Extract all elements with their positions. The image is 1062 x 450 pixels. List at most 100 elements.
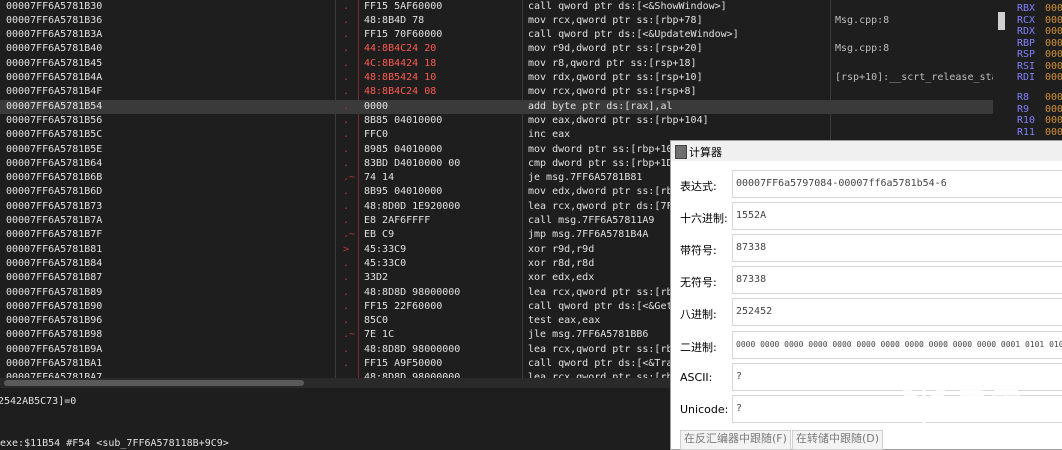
calc-field-label: 无符号: <box>680 276 717 289</box>
instruction-cell: add byte ptr ds:[rax],al <box>528 100 673 112</box>
address-cell: 00007FF6A5781B96 <box>6 315 103 327</box>
bytes-cell: 48:8D0D 1E920000 <box>364 200 461 212</box>
instruction-cell: mov r8,qword ptr ss:[rsp+18] <box>528 57 697 69</box>
instruction-cell: call msg.7FF6A57811A9 <box>528 215 655 226</box>
register-value[interactable]: 000 <box>1045 92 1062 103</box>
jump-marker: . <box>343 200 350 212</box>
disasm-row[interactable]: 00007FF6A5781B54. 0000 add byte ptr ds:[ra… <box>0 99 993 114</box>
snowflake-icon <box>902 377 946 425</box>
disasm-row[interactable]: 00007FF6A5781B45. 4C:8B4424 18 mov r8,qwor… <box>0 57 993 71</box>
bytes-cell: 48:8D8D 98000000 <box>364 372 461 378</box>
comment-cell: Msg.cpp:8 <box>835 43 890 55</box>
jump-marker: . <box>343 343 350 355</box>
status-line: exe:$11B54 #F54 <sub_7FF6A578118B+9C9> <box>0 438 229 449</box>
address-cell: 00007FF6A5781B84 <box>6 257 103 269</box>
jump-marker: . <box>343 29 350 41</box>
bytes-cell: 7E 1C <box>364 329 395 341</box>
calc-field-label: 带符号: <box>680 244 717 257</box>
jump-marker: . <box>343 86 350 98</box>
disasm-row[interactable]: 00007FF6A5781B30. FF15 5AF60000 call qword… <box>0 0 993 14</box>
calc-result-field[interactable]: 87338 <box>732 234 1062 262</box>
calc-result-field[interactable]: 0000 0000 0000 0000 0000 0000 0000 0000 … <box>732 331 1062 359</box>
watermark-text: 看雪 <box>956 385 1025 423</box>
address-cell: 00007FF6A5781B54 <box>6 100 103 112</box>
disasm-row[interactable]: 00007FF6A5781B3A. FF15 70F60000 call qword… <box>0 28 993 42</box>
bytes-cell: 44:8B4C24 20 <box>364 43 437 55</box>
calc-result-field[interactable]: 87338 <box>732 266 1062 294</box>
calc-field-label: Unicode: <box>680 403 729 416</box>
disasm-row[interactable]: 00007FF6A5781B56. 8B85 04010000 mov eax,dw… <box>0 114 993 128</box>
calc-field-label: 十六进制: <box>680 212 728 225</box>
calc-field-label: 表达式: <box>680 180 717 193</box>
bytes-cell: 48:8D8D 98000000 <box>364 286 461 298</box>
register-value[interactable]: 000 <box>1045 61 1062 72</box>
bytes-cell: 0000 <box>364 100 389 112</box>
registers-scrollbar[interactable] <box>998 12 1005 30</box>
instruction-cell: call qword ptr ds:[<&ShowWindow>] <box>528 0 727 12</box>
instruction-cell: inc eax <box>528 129 571 141</box>
disasm-row[interactable]: 00007FF6A5781B4A. 48:8B5424 10 mov rdx,qwo… <box>0 71 993 85</box>
scrollbar-thumb[interactable] <box>4 380 304 386</box>
register-name: R11 <box>1017 126 1036 138</box>
register-value[interactable]: 000 <box>1045 104 1062 115</box>
bytes-cell: 4C:8B4424 18 <box>364 57 437 69</box>
bytes-cell: 48:8B5424 10 <box>364 72 437 83</box>
jump-marker: . <box>343 157 350 169</box>
jump-marker: . <box>343 186 350 198</box>
calc-result-field[interactable]: 1552A <box>732 202 1062 230</box>
bytes-cell: FF15 A9F50000 <box>364 358 443 369</box>
register-value[interactable]: 000 <box>1045 38 1062 49</box>
address-cell: 00007FF6A5781B3A <box>6 29 103 41</box>
info-line: 2542AB5C73]=0 <box>0 396 77 407</box>
register-value[interactable]: 000 <box>1045 115 1062 126</box>
register-value[interactable]: 000 <box>1045 3 1062 14</box>
follow-in-dump-button[interactable]: 在转储中跟随(D) <box>792 430 884 450</box>
register-value[interactable]: 000 <box>1045 26 1062 37</box>
bytes-cell: 8985 04010000 <box>364 143 443 155</box>
disasm-row[interactable]: 00007FF6A5781B4F. 48:8B4C24 08 mov rcx,qwo… <box>0 85 993 99</box>
bytes-cell: 8B95 04010000 <box>364 186 443 198</box>
calc-result-field[interactable]: 252452 <box>732 298 1062 326</box>
follow-in-disassembler-button[interactable]: 在反汇编器中跟随(F) <box>680 430 791 450</box>
register-value[interactable]: 000 <box>1045 72 1062 83</box>
address-cell: 00007FF6A5781B64 <box>6 157 103 169</box>
bytes-cell: 45:33C9 <box>364 243 407 255</box>
address-cell: 00007FF6A5781B56 <box>6 114 103 126</box>
instruction-cell: test eax,eax <box>528 315 601 327</box>
kanxue-watermark: 看雪 <box>896 373 1056 433</box>
jump-marker: . <box>343 272 350 284</box>
register-name: RBP <box>1017 37 1036 49</box>
comment-cell: Msg.cpp:8 <box>835 14 890 26</box>
register-name: RDI <box>1017 72 1036 83</box>
expression-input[interactable]: 00007FF6a5797084-00007ff6a5781b54-6 <box>732 170 1062 198</box>
address-cell: 00007FF6A5781B89 <box>6 286 103 298</box>
bytes-cell: FFC0 <box>364 129 389 141</box>
calc-field-label: 二进制: <box>680 341 717 354</box>
bytes-cell: 33D2 <box>364 272 389 284</box>
address-cell: 00007FF6A5781B30 <box>6 0 103 12</box>
register-value[interactable]: 000 <box>1045 15 1062 26</box>
register-name: R8 <box>1017 92 1030 103</box>
jump-marker: . <box>343 286 350 298</box>
bytes-cell: 48:8D8D 98000000 <box>364 343 461 355</box>
bytes-cell: 85C0 <box>364 315 389 327</box>
calc-field-label: 八进制: <box>680 308 717 321</box>
horizontal-scrollbar[interactable] <box>0 378 670 388</box>
address-cell: 00007FF6A5781B73 <box>6 200 103 212</box>
address-cell: 00007FF6A5781B7F <box>6 229 103 241</box>
dialog-titlebar[interactable]: 计算器 <box>671 141 1062 161</box>
address-cell: 00007FF6A5781BA1 <box>6 358 103 369</box>
bytes-cell: 45:33C0 <box>364 257 407 269</box>
registers-panel[interactable]: RBX 000 RCX 000 RDX 000 RBP 000 RSP 000 RSI 000 RDI 0… <box>995 0 1062 140</box>
instruction-cell: mov rcx,qword ptr ss:[rsp+8] <box>528 86 697 98</box>
instruction-cell: xor r9d,r9d <box>528 243 595 255</box>
jump-marker: . <box>343 100 350 112</box>
disasm-row[interactable]: 00007FF6A5781B36. 48:8B4D 78 mov rcx,qword… <box>0 14 993 28</box>
instruction-cell: je msg.7FF6A5781B81 <box>528 172 643 184</box>
jump-marker: > <box>343 243 350 255</box>
disasm-row[interactable]: 00007FF6A5781B40. 44:8B4C24 20 mov r9d,dwo… <box>0 42 993 56</box>
address-cell: 00007FF6A5781B90 <box>6 300 103 312</box>
instruction-cell: call qword ptr ds:[<&UpdateWindow>] <box>528 29 739 41</box>
register-value[interactable]: 000 <box>1045 49 1062 60</box>
register-value[interactable]: 000 <box>1045 127 1062 138</box>
